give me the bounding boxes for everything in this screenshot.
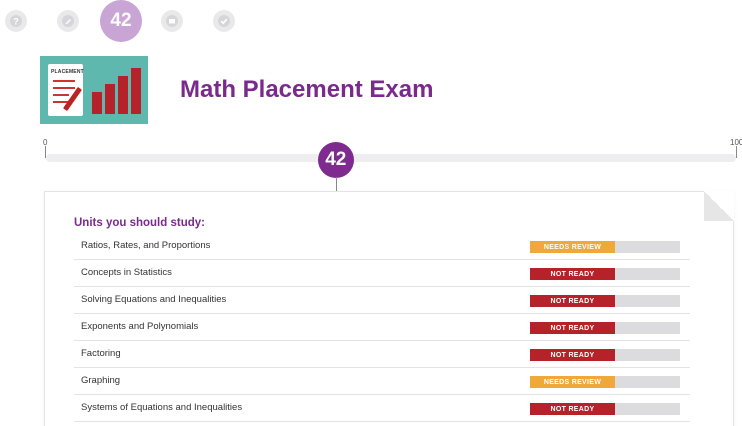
placement-label: PLACEMENT [51,69,84,75]
unit-status-bar: NOT READY [530,295,680,307]
unit-row[interactable]: Systems of Equations and Inequalities NO… [74,395,690,422]
unit-status-bar: NEEDS REVIEW [530,376,680,388]
unit-row[interactable]: Concepts in Statistics NOT READY [74,260,690,287]
unit-name: Factoring [81,348,121,359]
unit-row[interactable]: Ratios, Rates, and Proportions NEEDS REV… [74,233,690,260]
page-title: Math Placement Exam [180,76,434,103]
chart-bar-graphic [131,68,141,114]
unit-status-bar: NOT READY [530,322,680,334]
score-marker: 42 [317,142,354,178]
units-card: Units you should study: Ratios, Rates, a… [44,191,734,426]
score-marker-stem [335,177,337,191]
units-heading: Units you should study: [74,217,205,229]
book-icon [166,15,178,27]
unit-row[interactable]: Exponents and Polynomials NOT READY [74,314,690,341]
unit-name: Ratios, Rates, and Proportions [81,240,211,251]
check-step[interactable] [213,10,235,32]
page-fold [704,191,734,221]
score-scale-track [46,154,736,162]
unit-status-bar: NEEDS REVIEW [530,241,680,253]
pencil-step[interactable] [57,10,79,32]
unit-name: Concepts in Statistics [81,267,172,278]
check-icon [218,15,230,27]
svg-text:?: ? [13,17,19,27]
unit-name: Graphing [81,375,121,386]
unit-row[interactable]: Solving Equations and Inequalities NOT R… [74,287,690,314]
book-step[interactable] [161,10,183,32]
unit-row[interactable]: Graphing NEEDS REVIEW [74,368,690,395]
chart-bar-graphic [118,76,128,114]
status-badge: NOT READY [530,322,615,334]
scale-max-tick [736,146,737,158]
pencil-icon [62,15,74,27]
unit-status-bar: NOT READY [530,268,680,280]
placement-thumbnail: PLACEMENT [40,56,148,124]
unit-name: Solving Equations and Inequalities [81,294,227,305]
status-badge: NOT READY [530,268,615,280]
unit-status-bar: NOT READY [530,349,680,361]
chart-bar-graphic [105,84,115,114]
status-badge: NEEDS REVIEW [530,376,615,388]
units-list: Ratios, Rates, and Proportions NEEDS REV… [74,233,690,422]
score-step[interactable]: 42 [100,0,142,42]
status-badge: NOT READY [530,403,615,415]
chart-bar-graphic [92,92,102,114]
question-step[interactable]: ? [5,10,27,32]
paper-line [53,80,75,82]
unit-row[interactable]: Factoring NOT READY [74,341,690,368]
status-badge: NOT READY [530,349,615,361]
unit-status-bar: NOT READY [530,403,680,415]
status-badge: NOT READY [530,295,615,307]
paper-line [53,94,69,96]
unit-name: Exponents and Polynomials [81,321,199,332]
step-nav: ? 42 [0,0,742,42]
unit-name: Systems of Equations and Inequalities [81,402,243,413]
status-badge: NEEDS REVIEW [530,241,615,253]
paper-line [53,87,75,89]
question-icon: ? [10,15,22,27]
